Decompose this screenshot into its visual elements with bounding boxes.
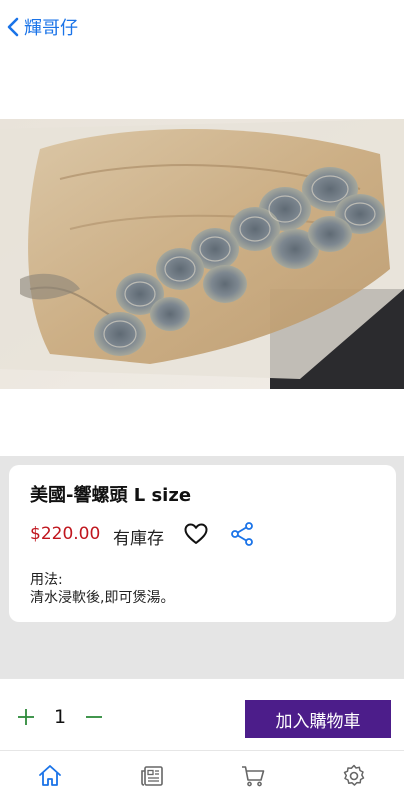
news-icon[interactable] (139, 763, 165, 789)
share-icon[interactable] (229, 521, 255, 547)
quantity-value: 1 (54, 706, 67, 728)
add-to-cart-button[interactable]: 加入購物車 (245, 700, 391, 738)
usage-label: 用法: (30, 572, 63, 588)
back-button[interactable]: 輝哥仔 (6, 12, 78, 42)
stock-status: 有庫存 (113, 529, 164, 549)
product-price: $220.00 (30, 524, 101, 544)
settings-icon[interactable] (341, 763, 367, 789)
cart-icon[interactable] (240, 763, 266, 789)
heart-icon[interactable] (183, 521, 209, 547)
plus-icon[interactable] (14, 705, 38, 729)
usage-text: 清水浸軟後,即可煲湯。 (30, 590, 175, 606)
product-image-area (0, 52, 404, 456)
product-info-card: 美國-響螺頭 L size $220.00 有庫存 用法: 清水浸軟後,即可煲湯… (9, 465, 396, 622)
home-icon[interactable] (37, 763, 63, 789)
minus-icon[interactable] (82, 705, 106, 729)
bottom-tab-bar (0, 750, 404, 801)
back-label: 輝哥仔 (24, 18, 78, 39)
chevron-left-icon (7, 17, 19, 37)
top-nav-bar: 輝哥仔 (0, 0, 404, 53)
product-image (0, 119, 404, 389)
purchase-bar: 1 加入購物車 (0, 678, 404, 751)
product-title: 美國-響螺頭 L size (30, 485, 192, 506)
